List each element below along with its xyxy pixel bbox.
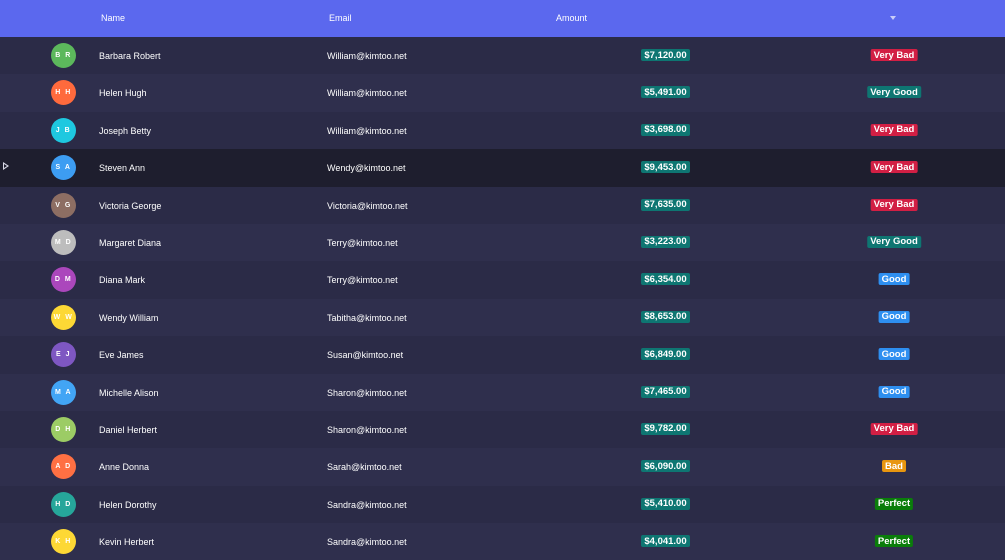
cell-name: Michelle Alison [99,387,159,398]
avatar: W W [51,304,76,330]
cell-email: Terry@kimtoo.net [327,275,398,286]
cell-email: William@kimtoo.net [327,51,407,61]
avatar: H D [51,491,76,517]
cell-name: Helen Dorothy [99,499,157,510]
cell-name: Joseph Betty [99,125,152,136]
status-badge: Very Bad [870,422,918,435]
cell-email: Sarah@kimtoo.net [327,462,402,473]
cell-name: Helen Hugh [99,88,147,99]
table-row[interactable]: S A Steven Ann Wendy@kimtoo.net $9,453.00 Ve… [0,149,1005,187]
cell-email: Wendy@kimtoo.net [327,163,406,174]
amount-badge: $7,635.00 [641,198,690,211]
cell-name: Wendy William [99,312,159,323]
cell-name: Victoria George [99,200,162,211]
amount-badge: $3,698.00 [641,123,690,136]
status-badge: Very Good [867,86,921,99]
amount-badge: $8,653.00 [641,310,690,323]
amount-badge: $3,223.00 [641,235,690,248]
amount-badge: $6,354.00 [641,273,690,286]
avatar: J B [51,117,76,143]
table-row[interactable]: H D Helen Dorothy Sandra@kimtoo.net $5,410.… [0,485,1005,524]
cell-name: Kevin Herbert [99,537,155,548]
status-badge: Perfect [874,535,914,548]
cell-email: Victoria@kimtoo.net [327,200,408,211]
status-badge: Good [878,273,910,286]
table-row[interactable]: D H Daniel Herbert Sharon@kimtoo.net $9,782… [0,410,1005,449]
amount-badge: $9,782.00 [641,422,690,435]
avatar: E J [51,342,76,368]
cell-name: Eve James [99,350,144,361]
column-header-email[interactable]: Email [329,13,352,23]
amount-badge: $7,120.00 [641,49,690,61]
avatar: D M [51,267,76,293]
cell-email: Terry@kimtoo.net [327,237,398,248]
avatar: S A [51,155,76,181]
table-row[interactable]: A D Anne Donna Sarah@kimtoo.net $6,090.00 Ba… [0,448,1005,486]
status-badge: Good [878,348,910,361]
table-header: Name Email Amount [0,0,1005,37]
status-badge: Very Bad [870,123,918,136]
chevron-down-icon[interactable] [890,16,896,20]
table-row[interactable]: D M Diana Mark Terry@kimtoo.net $6,354.00 Go… [0,261,1005,299]
amount-badge: $9,453.00 [641,161,690,174]
amount-badge: $6,849.00 [641,348,690,361]
cell-email: William@kimtoo.net [327,88,407,99]
avatar: D H [51,416,76,442]
avatar: A D [51,454,76,480]
cell-name: Diana Mark [99,275,146,286]
cell-name: Daniel Herbert [99,424,158,435]
column-header-name[interactable]: Name [101,13,125,23]
status-badge: Perfect [874,497,914,510]
status-badge: Good [878,385,910,398]
column-header-amount[interactable]: Amount [556,13,587,23]
cell-name: Margaret Diana [99,237,162,248]
table-row[interactable]: M D Margaret Diana Terry@kimtoo.net $3,223.… [0,223,1005,262]
avatar: M D [51,229,76,255]
table-row[interactable]: H H Helen Hugh William@kimtoo.net $5,491.00… [0,74,1005,112]
amount-badge: $4,041.00 [641,535,690,548]
cell-email: Sandra@kimtoo.net [327,537,407,548]
table-row[interactable]: V G Victoria George Victoria@kimtoo.net $7,… [0,186,1005,224]
table-row[interactable]: W W Wendy William Tabitha@kimtoo.net $8,653… [0,298,1005,337]
table-body: B R Barbara Robert William@kimtoo.net $7,12… [0,37,1005,560]
cell-email: Susan@kimtoo.net [327,350,404,361]
avatar: K H [51,529,76,555]
amount-badge: $5,410.00 [641,497,690,510]
table-row[interactable]: K H Kevin Herbert Sandra@kimtoo.net $4,041.… [0,523,1005,560]
amount-badge: $6,090.00 [641,460,690,473]
cell-email: Sharon@kimtoo.net [327,424,407,435]
status-badge: Very Bad [870,161,918,174]
status-badge: Very Bad [870,198,918,211]
cell-name: Anne Donna [99,462,150,473]
status-badge: Bad [882,460,906,473]
status-badge: Very Bad [870,49,918,61]
status-badge: Very Good [867,235,921,248]
cell-email: Sharon@kimtoo.net [327,387,407,398]
cell-email: Tabitha@kimtoo.net [327,312,407,323]
avatar: V G [51,192,76,218]
cell-name: Steven Ann [99,163,146,174]
table-row[interactable]: B R Barbara Robert William@kimtoo.net $7,12… [0,37,1005,75]
table-row[interactable]: E J Eve James Susan@kimtoo.net $6,849.00 Goo… [0,336,1005,374]
cell-email: Sandra@kimtoo.net [327,499,407,510]
avatar: B R [51,43,76,68]
table-row[interactable]: J B Joseph Betty William@kimtoo.net $3,698.… [0,111,1005,150]
status-badge: Good [878,310,910,323]
amount-badge: $7,465.00 [641,385,690,398]
cell-email: William@kimtoo.net [327,125,407,136]
table-row[interactable]: M A Michelle Alison Sharon@kimtoo.net $7,46… [0,373,1005,411]
amount-badge: $5,491.00 [641,86,690,99]
row-selector-icon [3,162,9,171]
cell-name: Barbara Robert [99,51,161,61]
avatar: H H [51,80,76,106]
avatar: M A [51,379,76,405]
